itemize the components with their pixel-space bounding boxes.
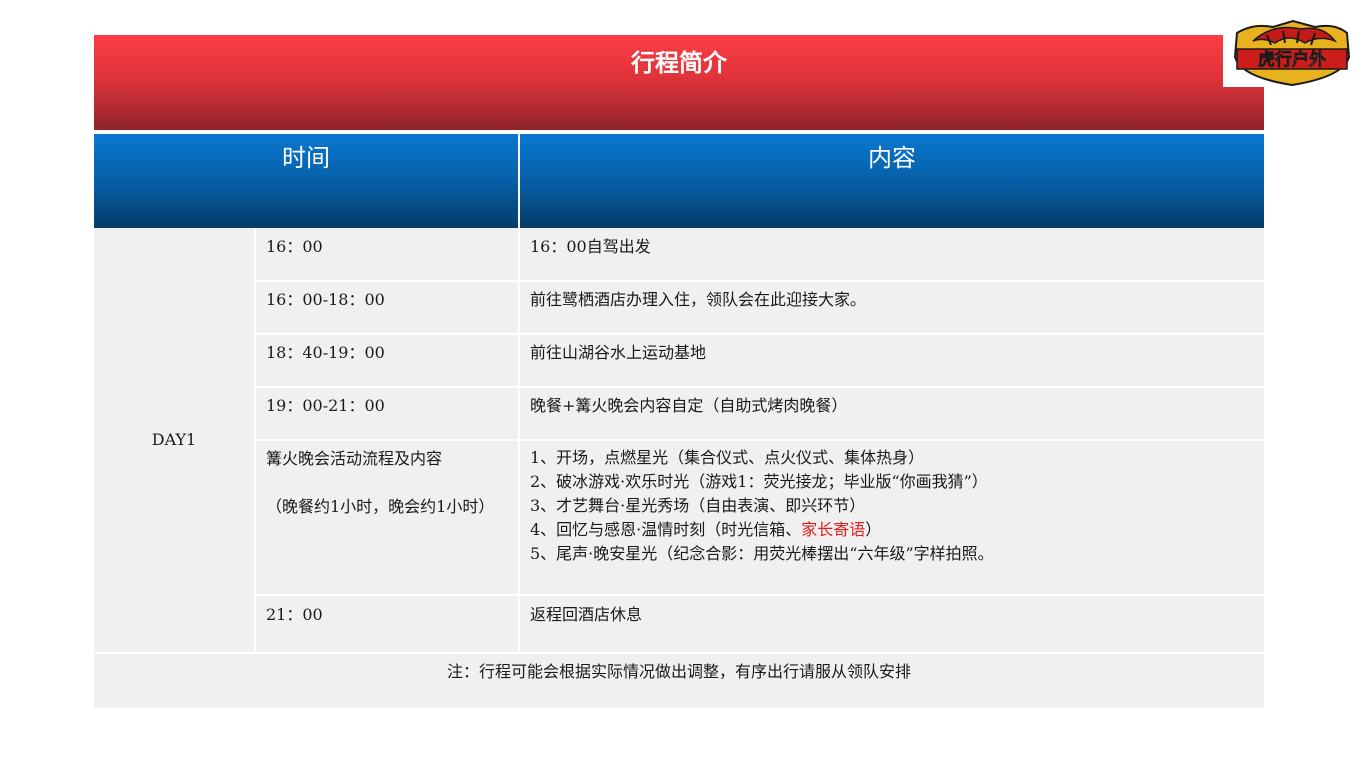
tiger-logo-icon: 虎行户外 [1233, 19, 1351, 87]
activity-item-text: 4、回忆与感恩·温情时刻（时光信箱、 [530, 520, 802, 539]
activity-content-cell: 1、开场，点燃星光（集合仪式、点火仪式、集体热身） 2、破冰游戏·欢乐时光（游戏… [530, 440, 1264, 594]
logo-text: 虎行户外 [1258, 49, 1326, 70]
row-time: 16：00 [266, 228, 516, 280]
row-content: 返程回酒店休息 [530, 596, 1264, 652]
row-content: 晚餐+篝火晚会内容自定（自助式烤肉晚餐） [530, 387, 1264, 439]
title-banner: 行程简介 [94, 35, 1264, 130]
activity-item: 5、尾声·晚安星光（纪念合影：用荧光棒摆出“六年级”字样拍照。 [530, 544, 994, 563]
activity-item: 2、破冰游戏·欢乐时光（游戏1：荧光接龙；毕业版“你画我猜”） [530, 472, 988, 491]
activity-item: 1、开场，点燃星光（集合仪式、点火仪式、集体热身） [530, 448, 925, 467]
row-content: 前往鹭栖酒店办理入住，领队会在此迎接大家。 [530, 281, 1264, 333]
row-time: 18：40-19：00 [266, 334, 516, 386]
row-content: 前往山湖谷水上运动基地 [530, 334, 1264, 386]
activity-item: 4、回忆与感恩·温情时刻（时光信箱、家长寄语） [530, 518, 1264, 542]
row-divider [256, 333, 1264, 335]
row-time: 16：00-18：00 [266, 281, 516, 333]
table-header: 时间 内容 [94, 134, 1264, 228]
brand-logo: 虎行户外 [1223, 19, 1361, 87]
schedule-table: DAY1 16：00 16：00自驾出发 16：00-18：00 前往鹭栖酒店办… [94, 228, 1264, 708]
row-divider [256, 386, 1264, 388]
row-divider [256, 594, 1264, 596]
row-content: 16：00自驾出发 [530, 228, 1264, 280]
row-divider [256, 439, 1264, 441]
activity-title: 篝火晚会活动流程及内容 [266, 449, 443, 468]
activity-time-cell: 篝火晚会活动流程及内容 （晚餐约1小时，晚会约1小时） [266, 440, 516, 594]
row-time: 19：00-21：00 [266, 387, 516, 439]
page-title: 行程简介 [631, 49, 727, 77]
highlighted-text: 家长寄语 [801, 520, 866, 539]
header-content: 内容 [868, 144, 916, 172]
footer-note: 注：行程可能会根据实际情况做出调整，有序出行请服从领队安排 [446, 662, 911, 681]
activity-item: 3、才艺舞台·星光秀场（自由表演、即兴环节） [530, 496, 866, 515]
activity-duration-note: （晚餐约1小时，晚会约1小时） [266, 497, 495, 516]
activity-item-text: ） [865, 520, 882, 539]
day-label: DAY1 [94, 228, 254, 652]
row-time: 21：00 [266, 596, 516, 652]
header-time: 时间 [282, 144, 330, 172]
row-divider [256, 280, 1264, 282]
